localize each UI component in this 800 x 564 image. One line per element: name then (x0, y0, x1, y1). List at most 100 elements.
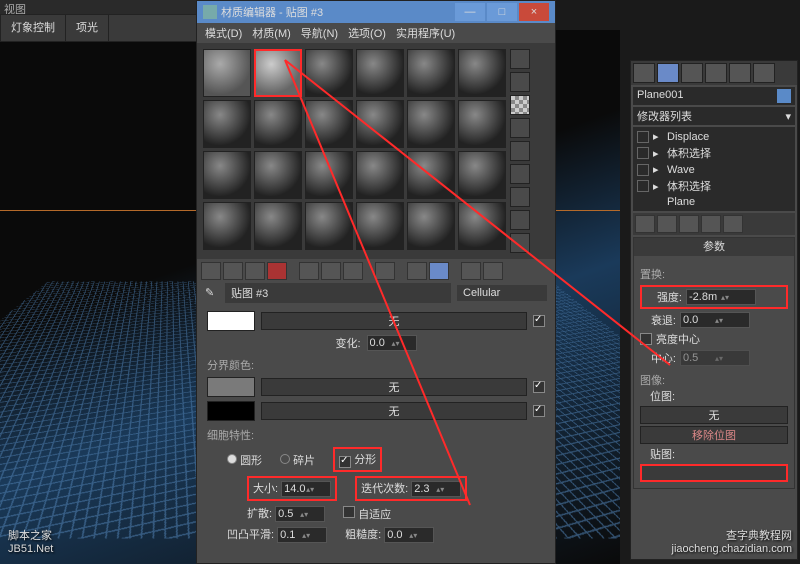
show-end-result-icon[interactable] (429, 262, 449, 280)
background-icon[interactable] (510, 95, 530, 115)
color-swatch-gray[interactable] (207, 377, 255, 397)
eyedropper-icon[interactable]: ✎ (205, 286, 219, 300)
material-slot[interactable] (203, 100, 251, 148)
lum-center-checkbox[interactable] (640, 333, 652, 345)
material-slot[interactable] (356, 202, 404, 250)
video-color-icon[interactable] (510, 141, 530, 161)
rollout-header[interactable]: 参数 (634, 238, 794, 256)
material-slot[interactable] (203, 151, 251, 199)
preview-icon[interactable] (510, 164, 530, 184)
menu-navigate[interactable]: 导航(N) (297, 23, 342, 43)
color-swatch-white[interactable] (207, 311, 255, 331)
material-slot[interactable] (305, 202, 353, 250)
remove-bitmap-button[interactable]: 移除位图 (640, 426, 788, 444)
material-slot[interactable] (305, 151, 353, 199)
motion-tab-icon[interactable] (705, 63, 727, 83)
material-slot[interactable] (407, 100, 455, 148)
put-to-library-icon[interactable] (343, 262, 363, 280)
roughness-spinner[interactable]: 0.0▴▾ (384, 527, 434, 543)
material-name-input[interactable]: 贴图 #3 (225, 283, 451, 303)
size-spinner[interactable]: 14.0▴▾ (281, 481, 331, 497)
bitmap-none-button[interactable]: 无 (640, 406, 788, 424)
iterations-spinner[interactable]: 2.3▴▾ (411, 481, 461, 497)
map-enable-checkbox[interactable] (533, 405, 545, 417)
menu-utilities[interactable]: 实用程序(U) (392, 23, 459, 43)
minimize-button[interactable]: — (455, 3, 485, 21)
make-copy-icon[interactable] (299, 262, 319, 280)
material-slot[interactable] (254, 100, 302, 148)
shape-chip-radio[interactable] (280, 454, 290, 464)
go-parent-icon[interactable] (461, 262, 481, 280)
make-unique-icon[interactable] (321, 262, 341, 280)
menu-material[interactable]: 材质(M) (248, 23, 295, 43)
eye-icon[interactable] (637, 131, 649, 143)
material-slot[interactable] (407, 49, 455, 97)
material-slot[interactable] (407, 151, 455, 199)
material-type-button[interactable]: Cellular (457, 285, 547, 301)
eye-icon[interactable] (637, 164, 649, 176)
remove-modifier-icon[interactable] (701, 215, 721, 233)
material-slot[interactable] (458, 49, 506, 97)
object-name-field[interactable]: Plane001 (633, 87, 795, 105)
material-slot[interactable] (203, 202, 251, 250)
select-by-material-icon[interactable] (510, 210, 530, 230)
material-slot[interactable] (407, 202, 455, 250)
material-slot[interactable] (356, 49, 404, 97)
options-icon[interactable] (510, 187, 530, 207)
slot-count-icon[interactable] (510, 233, 530, 253)
expand-icon[interactable]: ▸ (653, 180, 663, 193)
sample-type-icon[interactable] (510, 49, 530, 69)
reset-icon[interactable] (267, 262, 287, 280)
material-id-icon[interactable] (375, 262, 395, 280)
bump-spinner[interactable]: 0.1▴▾ (277, 527, 327, 543)
map-slot-button[interactable] (640, 464, 788, 482)
map-button-none[interactable]: 无 (261, 378, 527, 396)
hierarchy-tab-icon[interactable] (681, 63, 703, 83)
expand-icon[interactable]: ▸ (653, 147, 663, 160)
material-slot[interactable] (305, 49, 353, 97)
material-slot[interactable] (305, 100, 353, 148)
utilities-tab-icon[interactable] (753, 63, 775, 83)
modify-tab-icon[interactable] (657, 63, 679, 83)
menu-options[interactable]: 选项(O) (344, 23, 390, 43)
menu-mode[interactable]: 模式(D) (201, 23, 246, 43)
sample-uv-icon[interactable] (510, 118, 530, 138)
color-swatch-black[interactable] (207, 401, 255, 421)
put-to-scene-icon[interactable] (223, 262, 243, 280)
strength-spinner[interactable]: -2.8m▴▾ (686, 289, 756, 305)
create-tab-icon[interactable] (633, 63, 655, 83)
expand-icon[interactable]: ▸ (653, 163, 663, 176)
material-slot[interactable] (254, 202, 302, 250)
display-tab-icon[interactable] (729, 63, 751, 83)
backlight-icon[interactable] (510, 72, 530, 92)
map-button-none[interactable]: 无 (261, 402, 527, 420)
shape-circle-radio[interactable] (227, 454, 237, 464)
material-slot[interactable] (254, 151, 302, 199)
show-end-icon[interactable] (657, 215, 677, 233)
material-slot-selected[interactable] (254, 49, 302, 97)
material-slot[interactable] (356, 151, 404, 199)
map-enable-checkbox[interactable] (533, 381, 545, 393)
modifier-list-dropdown[interactable]: 修改器列表 ▾ (633, 107, 795, 125)
variation-spinner[interactable]: 0.0▴▾ (367, 335, 417, 351)
material-slot[interactable] (356, 100, 404, 148)
fractal-checkbox[interactable] (339, 456, 351, 468)
tab-item-light[interactable]: 项光 (66, 15, 109, 41)
map-enable-checkbox[interactable] (533, 315, 545, 327)
make-unique-icon[interactable] (679, 215, 699, 233)
modifier-stack[interactable]: ▸Displace ▸体积选择 ▸Wave ▸体积选择 Plane (633, 127, 795, 211)
go-forward-icon[interactable] (483, 262, 503, 280)
pin-stack-icon[interactable] (635, 215, 655, 233)
material-editor-titlebar[interactable]: 材质编辑器 - 贴图 #3 — □ × (197, 1, 555, 23)
tab-light-control[interactable]: 灯象控制 (1, 15, 66, 41)
material-slot[interactable] (203, 49, 251, 97)
material-slot[interactable] (458, 151, 506, 199)
spread-spinner[interactable]: 0.5▴▾ (275, 506, 325, 522)
eye-icon[interactable] (637, 180, 649, 192)
adaptive-checkbox[interactable] (343, 506, 355, 518)
expand-icon[interactable]: ▸ (653, 130, 663, 143)
material-slot[interactable] (458, 100, 506, 148)
maximize-button[interactable]: □ (487, 3, 517, 21)
show-in-viewport-icon[interactable] (407, 262, 427, 280)
eye-icon[interactable] (637, 147, 649, 159)
